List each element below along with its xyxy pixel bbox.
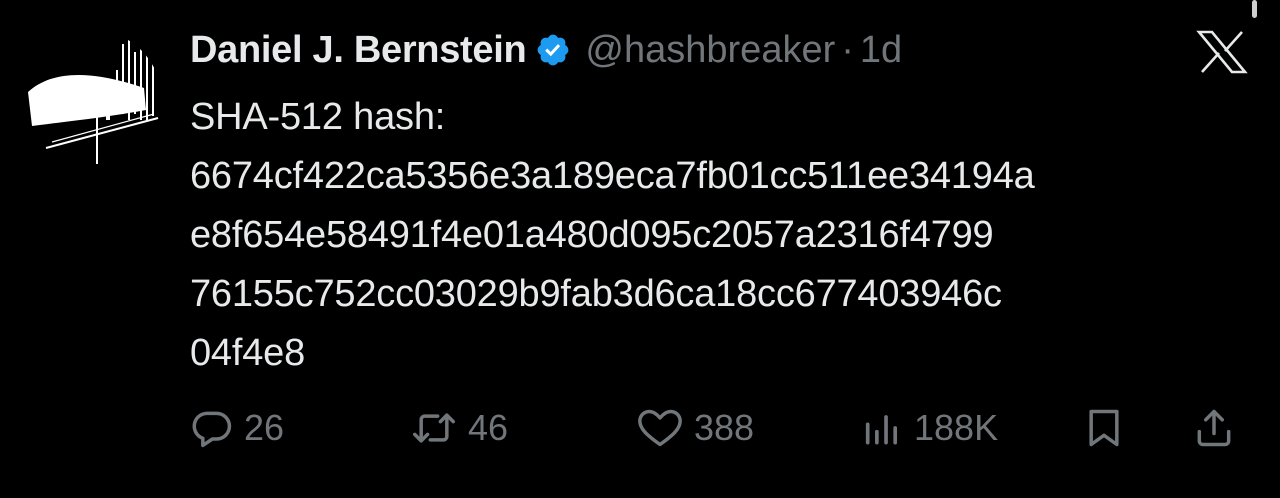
tweet-text-line: SHA-512 hash: [190, 96, 446, 138]
tweet-header: Daniel J. Bernstein @hashbreaker · 1d [190, 22, 902, 78]
views-chart-icon [860, 406, 904, 450]
share-icon [1192, 406, 1236, 450]
like-count: 388 [694, 407, 755, 448]
tweet-text: SHA-512 hash: 6674cf422ca5356e3a189eca7f… [190, 88, 1260, 383]
reply-count: 26 [244, 407, 285, 448]
retweet-icon [410, 406, 458, 450]
avatar[interactable] [22, 30, 162, 170]
author-display-name[interactable]: Daniel J. Bernstein [190, 29, 527, 72]
avatar-image [22, 30, 162, 170]
bookmark-button[interactable] [1082, 400, 1126, 456]
bookmark-icon [1082, 406, 1126, 450]
retweet-count: 46 [468, 407, 509, 448]
tweet-text-line: 76155c752cc03029b9fab3d6ca18cc677403946c [190, 273, 1002, 315]
tweet-actions: 26 46 388 188K [190, 400, 1250, 456]
like-button[interactable]: 388 [636, 400, 754, 456]
reply-button[interactable]: 26 [190, 400, 284, 456]
retweet-button[interactable]: 46 [410, 400, 508, 456]
tweet-text-line: 6674cf422ca5356e3a189eca7fb01cc511ee3419… [190, 155, 1035, 197]
tweet-text-line: e8f654e58491f4e01a480d095c2057a2316f4799 [190, 214, 994, 256]
verified-badge-icon[interactable] [535, 32, 571, 68]
views-count: 188K [914, 407, 999, 448]
heart-icon [636, 406, 684, 450]
x-logo-icon[interactable] [1196, 30, 1248, 74]
author-handle[interactable]: @hashbreaker [585, 29, 835, 72]
tweet-card: Daniel J. Bernstein @hashbreaker · 1d SH… [0, 0, 1280, 498]
tweet-text-line: 04f4e8 [190, 332, 306, 374]
share-button[interactable] [1192, 400, 1236, 456]
tweet-timestamp[interactable]: 1d [860, 29, 902, 72]
views-button[interactable]: 188K [860, 400, 998, 456]
scroll-indicator[interactable] [1252, 0, 1257, 18]
reply-icon [190, 406, 234, 450]
header-separator: · [841, 28, 854, 71]
